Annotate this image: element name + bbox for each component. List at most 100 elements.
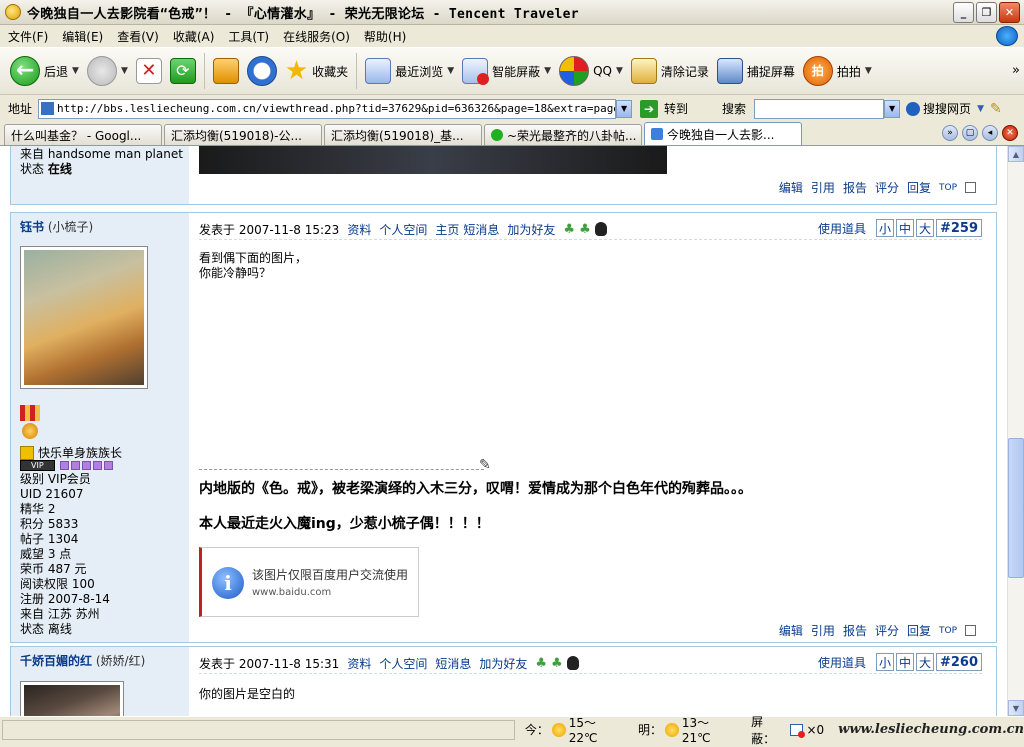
add-friend-link[interactable]: 加为好友: [479, 655, 527, 672]
back-label: 后退: [44, 64, 69, 79]
url-field[interactable]: http://bbs.lesliecheung.com.cn/viewthrea…: [38, 98, 617, 119]
reply-link[interactable]: 回复: [907, 622, 931, 639]
back-button[interactable]: 后退 ▼: [6, 51, 83, 91]
tab-5-active[interactable]: 今晚独自一人去影...: [644, 122, 802, 145]
top-link[interactable]: TOP: [939, 626, 957, 636]
tab-4[interactable]: ~荣光最整齐的八卦帖...: [484, 124, 642, 145]
menu-edit[interactable]: 编辑(E): [62, 28, 103, 45]
tab-back-icon[interactable]: ◂: [982, 125, 998, 141]
msn-icon[interactable]: ♣: [563, 222, 575, 237]
menu-file[interactable]: 文件(F): [8, 28, 48, 45]
reply-link[interactable]: 回复: [907, 179, 931, 196]
tab-duplicate-icon[interactable]: ▢: [962, 125, 978, 141]
history-button[interactable]: [243, 51, 281, 91]
homepage-link[interactable]: 主页: [435, 221, 459, 238]
select-checkbox[interactable]: [965, 182, 976, 193]
font-medium-button[interactable]: 中: [895, 219, 914, 237]
qq-dropdown-icon[interactable]: ▼: [616, 66, 623, 76]
edit-link[interactable]: 编辑: [779, 179, 803, 196]
font-large-button[interactable]: 大: [915, 219, 934, 237]
profile-link[interactable]: 资料: [347, 655, 371, 672]
tab-2[interactable]: 汇添均衡(519018)-公...: [164, 124, 322, 145]
message-link[interactable]: 短消息: [435, 655, 471, 672]
font-small-button[interactable]: 小: [875, 653, 894, 671]
quote-link[interactable]: 引用: [811, 179, 835, 196]
tab-1[interactable]: 什么叫基金？ - Googl...: [4, 124, 162, 145]
close-button[interactable]: ✕: [999, 2, 1020, 23]
pencil-icon[interactable]: ✎: [990, 101, 1002, 117]
search-input[interactable]: [754, 98, 885, 119]
top-link[interactable]: TOP: [939, 183, 957, 193]
username[interactable]: 千娇百媚的红: [20, 654, 92, 668]
avatar[interactable]: [20, 681, 124, 716]
forward-button[interactable]: ▼: [83, 51, 132, 91]
go-button[interactable]: 转到: [664, 100, 688, 117]
scroll-up-icon[interactable]: ▲: [1008, 146, 1024, 162]
capture-button[interactable]: 捕捉屏幕: [713, 51, 799, 91]
post-number[interactable]: #260: [935, 653, 982, 671]
maximize-button[interactable]: ❐: [976, 2, 997, 23]
vertical-scrollbar[interactable]: ▲ ▼: [1007, 146, 1024, 716]
home-button[interactable]: [209, 51, 243, 91]
search-dropdown-icon[interactable]: ▼: [884, 99, 901, 118]
search-engine-button[interactable]: 搜搜网页: [923, 100, 971, 117]
font-small-button[interactable]: 小: [875, 219, 894, 237]
rate-link[interactable]: 评分: [875, 622, 899, 639]
toolbar-overflow-icon[interactable]: »: [1012, 63, 1020, 78]
forward-dropdown-icon[interactable]: ▼: [121, 66, 128, 76]
font-large-button[interactable]: 大: [915, 653, 934, 671]
go-arrow-icon[interactable]: ➔: [640, 99, 659, 118]
clear-history-button[interactable]: 清除记录: [627, 51, 713, 91]
qq-penguin-icon[interactable]: [594, 222, 607, 236]
favorites-button[interactable]: ★ 收藏夹: [281, 51, 352, 91]
back-dropdown-icon[interactable]: ▼: [72, 66, 79, 76]
edit-link[interactable]: 编辑: [779, 622, 803, 639]
blocker-dropdown-icon[interactable]: ▼: [544, 66, 551, 76]
page-content: 来自 handsome man planet 状态 在线 编辑 引用 报告 评分…: [0, 146, 1007, 716]
msn-icon[interactable]: ♣: [579, 222, 591, 237]
add-friend-link[interactable]: 加为好友: [507, 221, 555, 238]
paipai-button[interactable]: 拍 拍拍 ▼: [799, 51, 876, 91]
rate-link[interactable]: 评分: [875, 179, 899, 196]
avatar[interactable]: [20, 246, 148, 389]
menu-view[interactable]: 查看(V): [117, 28, 159, 45]
space-link[interactable]: 个人空间: [379, 655, 427, 672]
menu-tools[interactable]: 工具(T): [228, 28, 269, 45]
menu-help[interactable]: 帮助(H): [364, 28, 406, 45]
report-link[interactable]: 报告: [843, 179, 867, 196]
quote-link[interactable]: 引用: [811, 622, 835, 639]
space-link[interactable]: 个人空间: [379, 221, 427, 238]
msn-icon[interactable]: ♣: [551, 656, 563, 671]
menu-favorites[interactable]: 收藏(A): [173, 28, 215, 45]
post-number[interactable]: #259: [935, 219, 982, 237]
scroll-down-icon[interactable]: ▼: [1008, 700, 1024, 716]
tab-label: 今晚独自一人去影...: [667, 127, 775, 142]
use-tools-link[interactable]: 使用道具: [818, 654, 866, 671]
username[interactable]: 钰书: [20, 220, 44, 234]
tab-close-icon[interactable]: ✕: [1002, 125, 1018, 141]
tab-3[interactable]: 汇添均衡(519018)_基...: [324, 124, 482, 145]
recent-button[interactable]: 最近浏览 ▼: [361, 51, 458, 91]
use-tools-link[interactable]: 使用道具: [818, 220, 866, 237]
select-checkbox[interactable]: [965, 625, 976, 636]
minimize-button[interactable]: _: [953, 2, 974, 23]
qq-penguin-icon[interactable]: [566, 656, 579, 670]
msn-icon[interactable]: ♣: [535, 656, 547, 671]
stop-button[interactable]: ✕: [132, 51, 166, 91]
font-medium-button[interactable]: 中: [895, 653, 914, 671]
qq-button[interactable]: QQ ▼: [555, 51, 627, 91]
window-title: 今晚独自一人去影院看“色戒”！ - 『心情灌水』 - 荣光无限论坛 - Tenc…: [27, 6, 579, 22]
blocker-button[interactable]: 智能屏蔽 ▼: [458, 51, 555, 91]
scroll-thumb[interactable]: [1008, 438, 1024, 578]
message-link[interactable]: 短消息: [463, 221, 499, 238]
refresh-button[interactable]: ⟳: [166, 51, 200, 91]
url-dropdown-icon[interactable]: ▼: [616, 99, 633, 118]
block-window-icon[interactable]: [789, 723, 806, 738]
menu-online[interactable]: 在线服务(O): [283, 28, 350, 45]
tab-list-icon[interactable]: »: [942, 125, 958, 141]
report-link[interactable]: 报告: [843, 622, 867, 639]
search-engine-dropdown-icon[interactable]: ▼: [977, 104, 984, 114]
profile-link[interactable]: 资料: [347, 221, 371, 238]
paipai-dropdown-icon[interactable]: ▼: [865, 66, 872, 76]
recent-dropdown-icon[interactable]: ▼: [447, 66, 454, 76]
